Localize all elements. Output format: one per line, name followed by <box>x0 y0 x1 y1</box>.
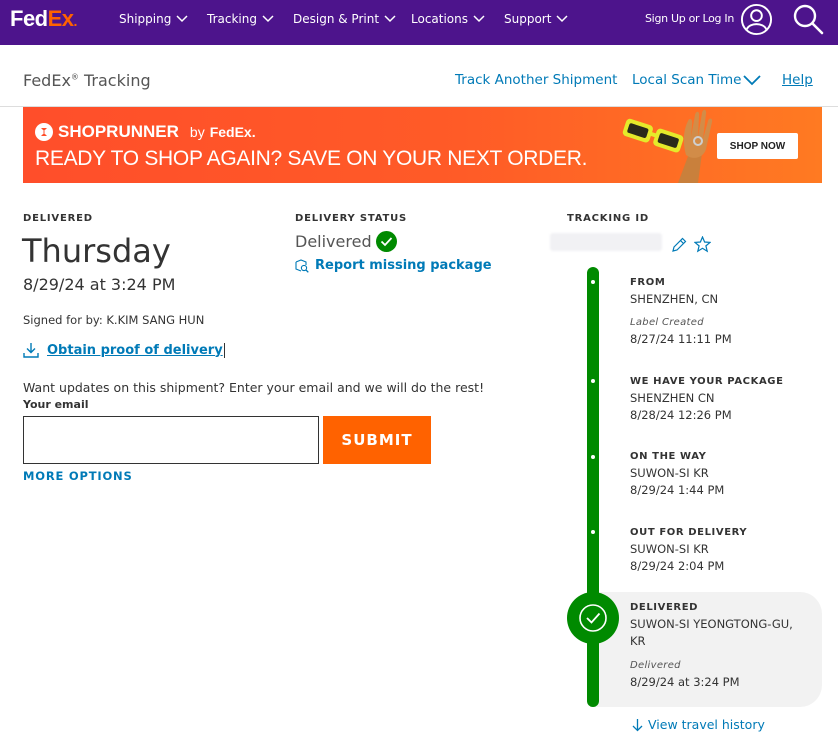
tracking-number-redacted <box>550 233 662 251</box>
help-link[interactable]: Help <box>782 72 813 88</box>
event-time: 8/27/24 11:11 PM <box>630 332 732 346</box>
shoprunner-promo-banner[interactable]: SHOPRUNNER by FedEx. READY TO SHOP AGAIN… <box>23 107 822 183</box>
shoprunner-logo: SHOPRUNNER by FedEx. <box>35 122 256 142</box>
nav-tracking[interactable]: Tracking <box>207 12 274 26</box>
event-title: OUT FOR DELIVERY <box>630 527 748 538</box>
delivery-day: Thursday <box>22 232 171 270</box>
tracking-subheader: FedEx® Tracking Track Another Shipment L… <box>0 45 838 107</box>
event-location: KR <box>630 634 646 648</box>
package-search-icon <box>295 258 309 273</box>
email-label: Your email <box>23 398 89 411</box>
chevron-down-icon <box>262 15 274 23</box>
nav-shipping[interactable]: Shipping <box>119 12 188 26</box>
chevron-down-icon[interactable] <box>743 75 761 86</box>
event-location: SUWON-SI KR <box>630 542 709 556</box>
search-icon[interactable] <box>791 2 825 36</box>
event-location: SUWON-SI YEONGTONG-GU, <box>630 617 793 631</box>
report-missing-package-link[interactable]: Report missing package <box>295 258 492 273</box>
fedex-logo[interactable]: FedEx. <box>10 6 78 32</box>
event-note: Delivered <box>630 660 681 671</box>
proof-of-delivery-link[interactable]: Obtain proof of delivery <box>23 342 225 358</box>
top-nav: FedEx. Shipping Tracking Design & Print … <box>0 0 838 45</box>
signed-for: Signed for by: K.KIM SANG HUN <box>23 313 205 327</box>
delivery-status-value: Delivered <box>295 231 397 252</box>
chevron-down-icon <box>473 15 485 23</box>
event-time: 8/29/24 1:44 PM <box>630 483 725 497</box>
banner-headline: READY TO SHOP AGAIN? SAVE ON YOUR NEXT O… <box>35 147 588 170</box>
shop-now-button[interactable]: SHOP NOW <box>717 133 798 159</box>
event-title: DELIVERED <box>630 602 699 613</box>
delivery-datetime: 8/29/24 at 3:24 PM <box>23 275 176 294</box>
nav-support[interactable]: Support <box>504 12 568 26</box>
timeline-dot <box>591 530 595 534</box>
chevron-down-icon <box>176 15 188 23</box>
updates-prompt: Want updates on this shipment? Enter you… <box>23 380 485 395</box>
account-icon[interactable] <box>740 3 773 36</box>
event-location: SUWON-SI KR <box>630 466 709 480</box>
delivered-check-icon <box>567 592 619 644</box>
more-options-link[interactable]: MORE OPTIONS <box>23 469 133 483</box>
shoprunner-icon <box>35 123 53 141</box>
timeline-dot <box>591 280 595 284</box>
timeline-dot <box>591 455 595 459</box>
page-title: FedEx® Tracking <box>23 71 151 90</box>
timeline-dot <box>591 379 595 383</box>
event-note: Label Created <box>630 317 704 328</box>
arrow-down-icon <box>632 718 643 731</box>
submit-button[interactable]: SUBMIT <box>323 416 431 464</box>
track-another-shipment-link[interactable]: Track Another Shipment <box>455 72 617 88</box>
delivered-event-highlight <box>590 592 822 707</box>
view-travel-history-link[interactable]: View travel history <box>632 717 765 732</box>
nav-design-print[interactable]: Design & Print <box>293 12 396 26</box>
download-icon <box>23 343 39 358</box>
check-circle-icon <box>375 231 397 252</box>
nav-locations[interactable]: Locations <box>411 12 485 26</box>
event-time: 8/29/24 at 3:24 PM <box>630 675 740 689</box>
event-location: SHENZHEN, CN <box>630 292 719 306</box>
delivered-label: DELIVERED <box>23 213 93 224</box>
email-field[interactable] <box>23 416 319 464</box>
event-title: WE HAVE YOUR PACKAGE <box>630 376 784 387</box>
chevron-down-icon <box>384 15 396 23</box>
event-title: ON THE WAY <box>630 451 707 462</box>
event-title: FROM <box>630 277 666 288</box>
star-icon[interactable] <box>694 236 711 253</box>
local-scan-time-dropdown[interactable]: Local Scan Time <box>632 72 741 88</box>
pencil-icon[interactable] <box>671 237 687 253</box>
delivery-status-label: DELIVERY STATUS <box>295 213 408 224</box>
sign-up-log-in-link[interactable]: Sign Up or Log In <box>645 12 734 25</box>
event-location: SHENZHEN CN <box>630 391 715 405</box>
tracking-id-label: TRACKING ID <box>567 213 649 224</box>
event-time: 8/29/24 2:04 PM <box>630 559 725 573</box>
chevron-down-icon <box>556 15 568 23</box>
event-time: 8/28/24 12:26 PM <box>630 408 732 422</box>
